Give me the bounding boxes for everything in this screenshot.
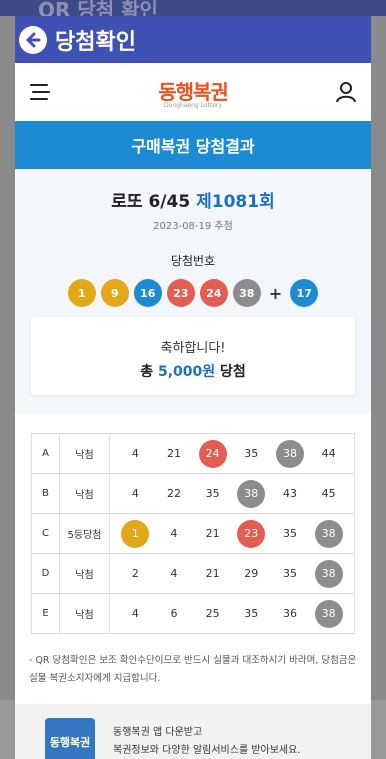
game-numbers: 1 4 21 23 35 38 <box>110 519 354 548</box>
purchased-games: A 낙첨 4 21 24 35 38 44 B 낙첨 4 22 35 38 43 45 C 5등당첨 1 4 21 23 3… <box>15 413 371 644</box>
game-number: 35 <box>244 607 259 620</box>
game-number: 4 <box>131 447 139 460</box>
total-suffix: 당첨 <box>220 364 246 380</box>
back-button[interactable] <box>19 25 47 54</box>
game-number: 35 <box>282 567 297 580</box>
game-row: D 낙첨 2 4 21 29 35 38 <box>31 553 355 594</box>
result-title-bar: 구매복권 당첨결과 <box>15 121 371 169</box>
app-banner-line1: 동행복권 앱 다운받고 <box>113 727 203 738</box>
game-numbers: 4 21 24 35 38 44 <box>110 439 354 468</box>
game-number: 38 <box>314 599 343 628</box>
games-table: A 낙첨 4 21 24 35 38 44 B 낙첨 4 22 35 38 43 45 C 5등당첨 1 4 21 23 3… <box>31 433 355 634</box>
game-numbers: 4 22 35 38 43 45 <box>110 479 354 508</box>
game-numbers: 2 4 21 29 35 38 <box>110 559 354 588</box>
game-number: 35 <box>282 527 297 540</box>
user-icon[interactable] <box>335 81 357 103</box>
game-number: 35 <box>244 447 259 460</box>
winning-ball: 38 <box>232 279 261 307</box>
game-result: 낙첨 <box>59 593 110 634</box>
winning-ball: 23 <box>166 279 195 307</box>
game-number: 25 <box>205 607 220 620</box>
game-number: 21 <box>166 447 181 460</box>
back-arrow-icon <box>26 32 41 47</box>
game-numbers-cell: 1 4 21 23 35 38 <box>109 513 355 554</box>
game-name: 로또 6/45 <box>111 192 191 212</box>
background-app-bar: QR 당첨 확인 <box>0 0 386 22</box>
game-numbers-cell: 4 21 24 35 38 44 <box>109 433 355 474</box>
game-number: 23 <box>237 519 266 548</box>
draw-round: 로또 6/45 제1081회 <box>15 187 371 212</box>
game-number: 4 <box>170 567 178 580</box>
game-id: A <box>31 433 60 474</box>
game-number: 38 <box>237 479 266 508</box>
game-number: 22 <box>166 487 181 500</box>
prize-amount: 5,000원 <box>157 364 216 380</box>
game-number: 43 <box>282 487 297 500</box>
total-prize: 총 5,000원 당첨 <box>31 361 355 381</box>
bonus-ball: 17 <box>290 279 319 307</box>
draw-summary: 로또 6/45 제1081회 2023-08-19 추첨 당첨번호 1 9 16… <box>15 169 371 413</box>
game-row: E 낙첨 4 6 25 35 36 38 <box>31 593 355 634</box>
site-header: 동행복권 Donghaeng Lottery <box>15 63 371 121</box>
logo-text: 동행복권 <box>158 79 229 104</box>
game-number: 24 <box>198 439 227 468</box>
game-row: B 낙첨 4 22 35 38 43 45 <box>31 473 355 514</box>
app-banner-line2: 복권정보와 다양한 알림서비스를 받아보세요. <box>113 745 301 756</box>
game-id: D <box>31 553 60 594</box>
game-id: E <box>31 593 60 634</box>
winning-ball: 16 <box>133 279 162 307</box>
game-number: 44 <box>321 447 336 460</box>
game-result: 낙첨 <box>59 473 110 514</box>
app-icon: 동행복권 <box>45 718 95 759</box>
logo-subtext: Donghaeng Lottery <box>164 101 222 109</box>
app-download-banner[interactable]: 동행복권 동행복권 앱 다운받고 복권정보와 다양한 알림서비스를 받아보세요. <box>15 704 371 759</box>
game-number: 38 <box>275 439 304 468</box>
plus-sign: + <box>268 283 283 303</box>
game-numbers: 4 6 25 35 36 38 <box>110 599 354 628</box>
winning-ball: 9 <box>100 279 129 307</box>
app-banner-text: 동행복권 앱 다운받고 복권정보와 다양한 알림서비스를 받아보세요. <box>113 718 301 759</box>
game-number: 38 <box>314 559 343 588</box>
winning-numbers: 1 9 16 23 24 38 + 17 <box>15 279 371 307</box>
game-number: 38 <box>314 519 343 548</box>
win-check-dialog: 당첨확인 동행복권 Donghaeng Lottery 구매복권 당첨결과 로또… <box>15 16 371 759</box>
game-result: 5등당첨 <box>59 513 110 554</box>
game-number: 36 <box>282 607 297 620</box>
winning-numbers-label: 당첨번호 <box>170 254 216 268</box>
game-result: 낙첨 <box>59 433 110 474</box>
game-number: 21 <box>205 567 220 580</box>
game-id: B <box>31 473 60 514</box>
game-number: 1 <box>121 519 150 548</box>
dialog-title: 당첨확인 <box>55 29 136 55</box>
game-number: 35 <box>205 487 220 500</box>
game-numbers-cell: 4 22 35 38 43 45 <box>109 473 355 514</box>
dialog-header: 당첨확인 <box>15 16 371 63</box>
congrats-message: 축하합니다! <box>160 341 226 356</box>
draw-date: 2023-08-19 추첨 <box>153 221 233 232</box>
game-number: 21 <box>205 527 220 540</box>
game-numbers-cell: 4 6 25 35 36 38 <box>109 593 355 634</box>
game-row: A 낙첨 4 21 24 35 38 44 <box>31 433 355 474</box>
game-number: 4 <box>170 527 178 540</box>
game-number: 45 <box>321 487 336 500</box>
winning-ball: 24 <box>199 279 228 307</box>
notice-text: - QR 당첨확인은 보조 확인수단이므로 반드시 실물과 대조하시기 바라며,… <box>15 644 371 704</box>
game-result: 낙첨 <box>59 553 110 594</box>
game-number: 2 <box>131 567 139 580</box>
game-number: 6 <box>170 607 178 620</box>
game-id: C <box>31 513 60 554</box>
game-number: 29 <box>244 567 259 580</box>
game-row: C 5등당첨 1 4 21 23 35 38 <box>31 513 355 554</box>
congrats-box: 축하합니다! 총 5,000원 당첨 <box>31 317 355 395</box>
total-prefix: 총 <box>140 364 154 380</box>
site-logo[interactable]: 동행복권 Donghaeng Lottery <box>158 76 229 109</box>
menu-icon[interactable] <box>29 83 51 101</box>
winning-ball: 1 <box>67 279 96 307</box>
game-numbers-cell: 2 4 21 29 35 38 <box>109 553 355 594</box>
game-number: 4 <box>131 487 139 500</box>
round-number: 제1081회 <box>196 192 275 212</box>
game-number: 4 <box>131 607 139 620</box>
